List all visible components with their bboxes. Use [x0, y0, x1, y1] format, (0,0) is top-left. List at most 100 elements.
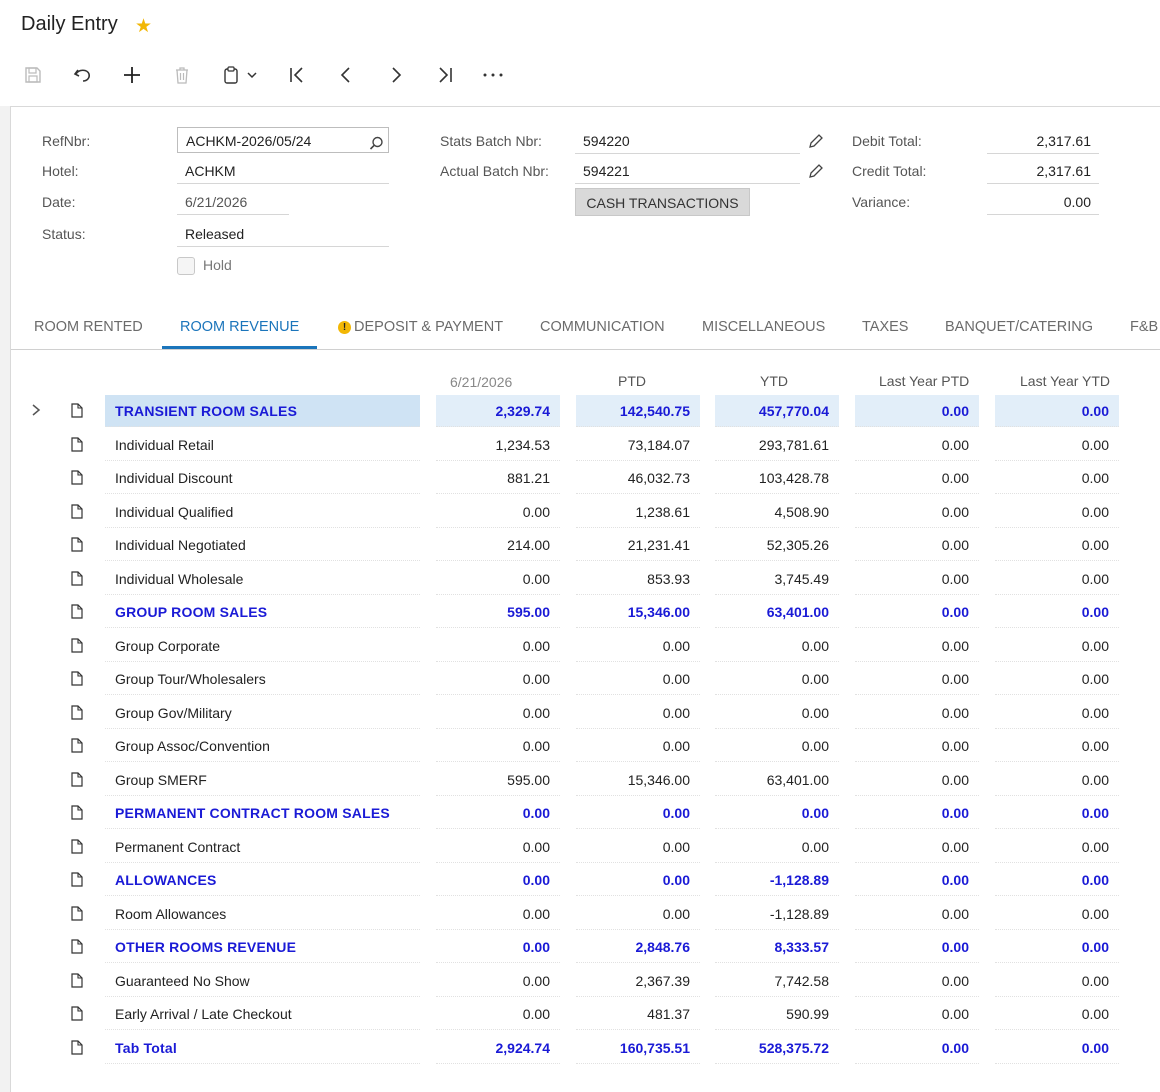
- last-year-ytd-cell[interactable]: 0.00: [995, 495, 1119, 528]
- document-icon[interactable]: [71, 604, 83, 619]
- ytd-value-cell[interactable]: 63,401.00: [715, 763, 839, 796]
- ytd-value-cell[interactable]: 293,781.61: [715, 428, 839, 461]
- document-icon[interactable]: [71, 771, 83, 787]
- ptd-value-cell[interactable]: 15,346.00: [576, 596, 700, 628]
- tab-room-revenue[interactable]: ROOM REVENUE: [162, 307, 318, 349]
- document-icon[interactable]: [71, 972, 83, 988]
- ytd-value-cell[interactable]: 0.00: [715, 830, 839, 863]
- table-group-row[interactable]: TRANSIENT ROOM SALES 2,329.74 142,540.75 45…: [11, 395, 1160, 428]
- ptd-value-cell[interactable]: 0.00: [576, 897, 700, 930]
- description-cell[interactable]: Group Tour/Wholesalers: [105, 663, 420, 695]
- row-selector-chevron-icon[interactable]: [31, 403, 41, 420]
- last-year-ytd-cell[interactable]: 0.00: [995, 629, 1119, 662]
- ptd-value-cell[interactable]: 46,032.73: [576, 462, 700, 494]
- tab-communication[interactable]: COMMUNICATION: [540, 307, 665, 349]
- date-value-cell[interactable]: 0.00: [436, 931, 560, 963]
- description-cell[interactable]: Individual Negotiated: [105, 529, 420, 561]
- ptd-value-cell[interactable]: 73,184.07: [576, 428, 700, 461]
- description-cell[interactable]: Group Assoc/Convention: [105, 730, 420, 762]
- last-year-ptd-cell[interactable]: 0.00: [855, 562, 979, 595]
- column-header-last-year-ptd[interactable]: Last Year PTD: [879, 373, 969, 389]
- date-value-cell[interactable]: 0.00: [436, 696, 560, 729]
- last-year-ptd-cell[interactable]: 0.00: [855, 730, 979, 762]
- table-group-row[interactable]: PERMANENT CONTRACT ROOM SALES 0.00 0.00 0.0…: [11, 797, 1160, 830]
- date-value-cell[interactable]: 0.00: [436, 897, 560, 930]
- ytd-value-cell[interactable]: 0.00: [715, 629, 839, 662]
- table-group-row[interactable]: GROUP ROOM SALES 595.00 15,346.00 63,401.00…: [11, 596, 1160, 629]
- description-cell[interactable]: Guaranteed No Show: [105, 964, 420, 997]
- ptd-value-cell[interactable]: 0.00: [576, 864, 700, 896]
- description-cell[interactable]: ALLOWANCES: [105, 864, 420, 896]
- table-group-row[interactable]: Tab Total 2,924.74 160,735.51 528,375.72 0.0…: [11, 1031, 1160, 1065]
- description-cell[interactable]: Tab Total: [105, 1031, 420, 1064]
- document-icon[interactable]: [71, 704, 83, 720]
- last-year-ptd-cell[interactable]: 0.00: [855, 462, 979, 494]
- table-row[interactable]: Group Corporate 0.00 0.00 0.00 0.00 0.00: [11, 629, 1160, 663]
- pencil-icon[interactable]: [808, 163, 824, 182]
- document-icon[interactable]: [71, 939, 83, 954]
- ptd-value-cell[interactable]: 853.93: [576, 562, 700, 595]
- ytd-value-cell[interactable]: 52,305.26: [715, 529, 839, 561]
- hotel-field[interactable]: ACHKM: [177, 158, 389, 184]
- last-year-ytd-cell[interactable]: 0.00: [995, 730, 1119, 762]
- hold-checkbox[interactable]: [177, 257, 195, 275]
- ytd-value-cell[interactable]: 457,770.04: [715, 395, 839, 427]
- date-value-cell[interactable]: 1,234.53: [436, 428, 560, 461]
- last-year-ytd-cell[interactable]: 0.00: [995, 562, 1119, 595]
- column-header-last-year-ytd[interactable]: Last Year YTD: [1020, 373, 1110, 389]
- table-row[interactable]: Permanent Contract 0.00 0.00 0.00 0.00 0.00: [11, 830, 1160, 864]
- ptd-value-cell[interactable]: 0.00: [576, 797, 700, 829]
- ytd-value-cell[interactable]: 103,428.78: [715, 462, 839, 494]
- document-icon[interactable]: [71, 436, 83, 452]
- ytd-value-cell[interactable]: 0.00: [715, 797, 839, 829]
- table-row[interactable]: Guaranteed No Show 0.00 2,367.39 7,742.58 0.…: [11, 964, 1160, 998]
- description-cell[interactable]: Group SMERF: [105, 763, 420, 796]
- document-icon[interactable]: [71, 537, 83, 552]
- last-year-ytd-cell[interactable]: 0.00: [995, 696, 1119, 729]
- ytd-value-cell[interactable]: 0.00: [715, 663, 839, 695]
- last-year-ytd-cell[interactable]: 0.00: [995, 395, 1119, 427]
- delete-icon[interactable]: [167, 58, 197, 92]
- undo-icon[interactable]: [68, 58, 98, 92]
- save-icon[interactable]: [18, 58, 48, 92]
- last-year-ptd-cell[interactable]: 0.00: [855, 495, 979, 528]
- tab-room-rented[interactable]: ROOM RENTED: [34, 307, 143, 349]
- ptd-value-cell[interactable]: 2,848.76: [576, 931, 700, 963]
- table-row[interactable]: Group Tour/Wholesalers 0.00 0.00 0.00 0.00 0.…: [11, 663, 1160, 696]
- document-icon[interactable]: [71, 1039, 83, 1055]
- column-header-ptd[interactable]: PTD: [618, 373, 646, 389]
- ytd-value-cell[interactable]: -1,128.89: [715, 864, 839, 896]
- document-icon[interactable]: [71, 637, 83, 653]
- table-row[interactable]: Individual Discount 881.21 46,032.73 103,42…: [11, 462, 1160, 495]
- ptd-value-cell[interactable]: 0.00: [576, 730, 700, 762]
- previous-icon[interactable]: [331, 58, 361, 92]
- last-year-ptd-cell[interactable]: 0.00: [855, 897, 979, 930]
- star-icon[interactable]: ★: [135, 15, 152, 38]
- last-year-ytd-cell[interactable]: 0.00: [995, 428, 1119, 461]
- ytd-value-cell[interactable]: 590.99: [715, 998, 839, 1030]
- ytd-value-cell[interactable]: -1,128.89: [715, 897, 839, 930]
- description-cell[interactable]: PERMANENT CONTRACT ROOM SALES: [105, 797, 420, 829]
- last-year-ytd-cell[interactable]: 0.00: [995, 864, 1119, 896]
- date-value-cell[interactable]: 0.00: [436, 998, 560, 1030]
- last-year-ytd-cell[interactable]: 0.00: [995, 998, 1119, 1030]
- table-row[interactable]: Group SMERF 595.00 15,346.00 63,401.00 0.00 0…: [11, 763, 1160, 797]
- last-year-ytd-cell[interactable]: 0.00: [995, 797, 1119, 829]
- date-value-cell[interactable]: 0.00: [436, 562, 560, 595]
- document-icon[interactable]: [71, 503, 83, 519]
- last-year-ytd-cell[interactable]: 0.00: [995, 964, 1119, 997]
- document-icon[interactable]: [71, 738, 83, 753]
- description-cell[interactable]: Early Arrival / Late Checkout: [105, 998, 420, 1030]
- add-icon[interactable]: [117, 58, 147, 92]
- description-cell[interactable]: Individual Retail: [105, 428, 420, 461]
- ytd-value-cell[interactable]: 0.00: [715, 696, 839, 729]
- ytd-value-cell[interactable]: 8,333.57: [715, 931, 839, 963]
- table-row[interactable]: Individual Qualified 0.00 1,238.61 4,508.90…: [11, 495, 1160, 529]
- last-year-ptd-cell[interactable]: 0.00: [855, 763, 979, 796]
- table-row[interactable]: Individual Negotiated 214.00 21,231.41 52,3…: [11, 529, 1160, 562]
- last-year-ptd-cell[interactable]: 0.00: [855, 1031, 979, 1064]
- date-value-cell[interactable]: 0.00: [436, 830, 560, 863]
- ytd-value-cell[interactable]: 0.00: [715, 730, 839, 762]
- last-icon[interactable]: [430, 58, 460, 92]
- ptd-value-cell[interactable]: 15,346.00: [576, 763, 700, 796]
